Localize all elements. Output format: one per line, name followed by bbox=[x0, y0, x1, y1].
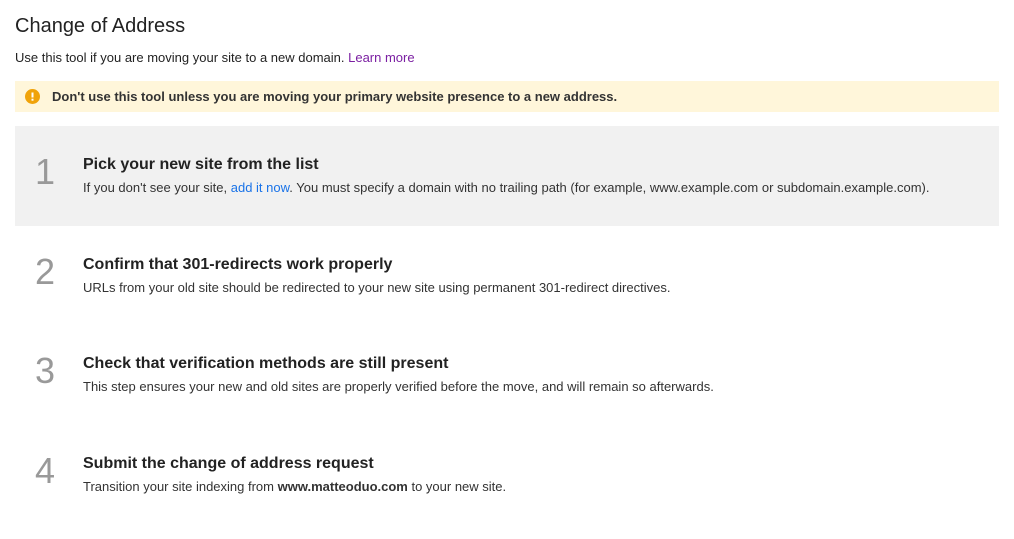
learn-more-link[interactable]: Learn more bbox=[348, 50, 414, 65]
warning-banner: Don't use this tool unless you are movin… bbox=[15, 81, 999, 112]
step-1-desc-after: . You must specify a domain with no trai… bbox=[289, 180, 929, 195]
add-it-now-link[interactable]: add it now bbox=[231, 180, 290, 195]
step-3-desc: This step ensures your new and old sites… bbox=[83, 377, 979, 397]
intro-before: Use this tool if you are moving your sit… bbox=[15, 50, 348, 65]
step-3-title: Check that verification methods are stil… bbox=[83, 355, 979, 373]
step-3: 3 Check that verification methods are st… bbox=[15, 325, 999, 425]
step-2-title: Confirm that 301-redirects work properly bbox=[83, 256, 979, 274]
step-1: 1 Pick your new site from the list If yo… bbox=[15, 126, 999, 226]
step-4-desc-after: to your new site. bbox=[408, 479, 506, 494]
step-4-title: Submit the change of address request bbox=[83, 455, 979, 473]
step-2-desc: URLs from your old site should be redire… bbox=[83, 278, 979, 298]
step-1-content: Pick your new site from the list If you … bbox=[83, 154, 979, 198]
step-number-1: 1 bbox=[35, 154, 61, 190]
warning-text: Don't use this tool unless you are movin… bbox=[52, 89, 617, 104]
step-number-3: 3 bbox=[35, 353, 61, 389]
step-4-desc: Transition your site indexing from www.m… bbox=[83, 477, 979, 497]
step-3-content: Check that verification methods are stil… bbox=[83, 353, 979, 397]
step-1-desc-before: If you don't see your site, bbox=[83, 180, 231, 195]
step-number-2: 2 bbox=[35, 254, 61, 290]
step-4-desc-before: Transition your site indexing from bbox=[83, 479, 278, 494]
step-number-4: 4 bbox=[35, 453, 61, 489]
step-4-domain: www.matteoduo.com bbox=[278, 479, 408, 494]
intro-text: Use this tool if you are moving your sit… bbox=[15, 50, 999, 65]
warning-icon bbox=[25, 89, 40, 104]
page-title: Change of Address bbox=[15, 15, 999, 38]
step-1-desc: If you don't see your site, add it now. … bbox=[83, 178, 979, 198]
step-2: 2 Confirm that 301-redirects work proper… bbox=[15, 226, 999, 326]
step-4-content: Submit the change of address request Tra… bbox=[83, 453, 979, 497]
step-4: 4 Submit the change of address request T… bbox=[15, 425, 999, 525]
step-2-content: Confirm that 301-redirects work properly… bbox=[83, 254, 979, 298]
step-1-title: Pick your new site from the list bbox=[83, 156, 979, 174]
